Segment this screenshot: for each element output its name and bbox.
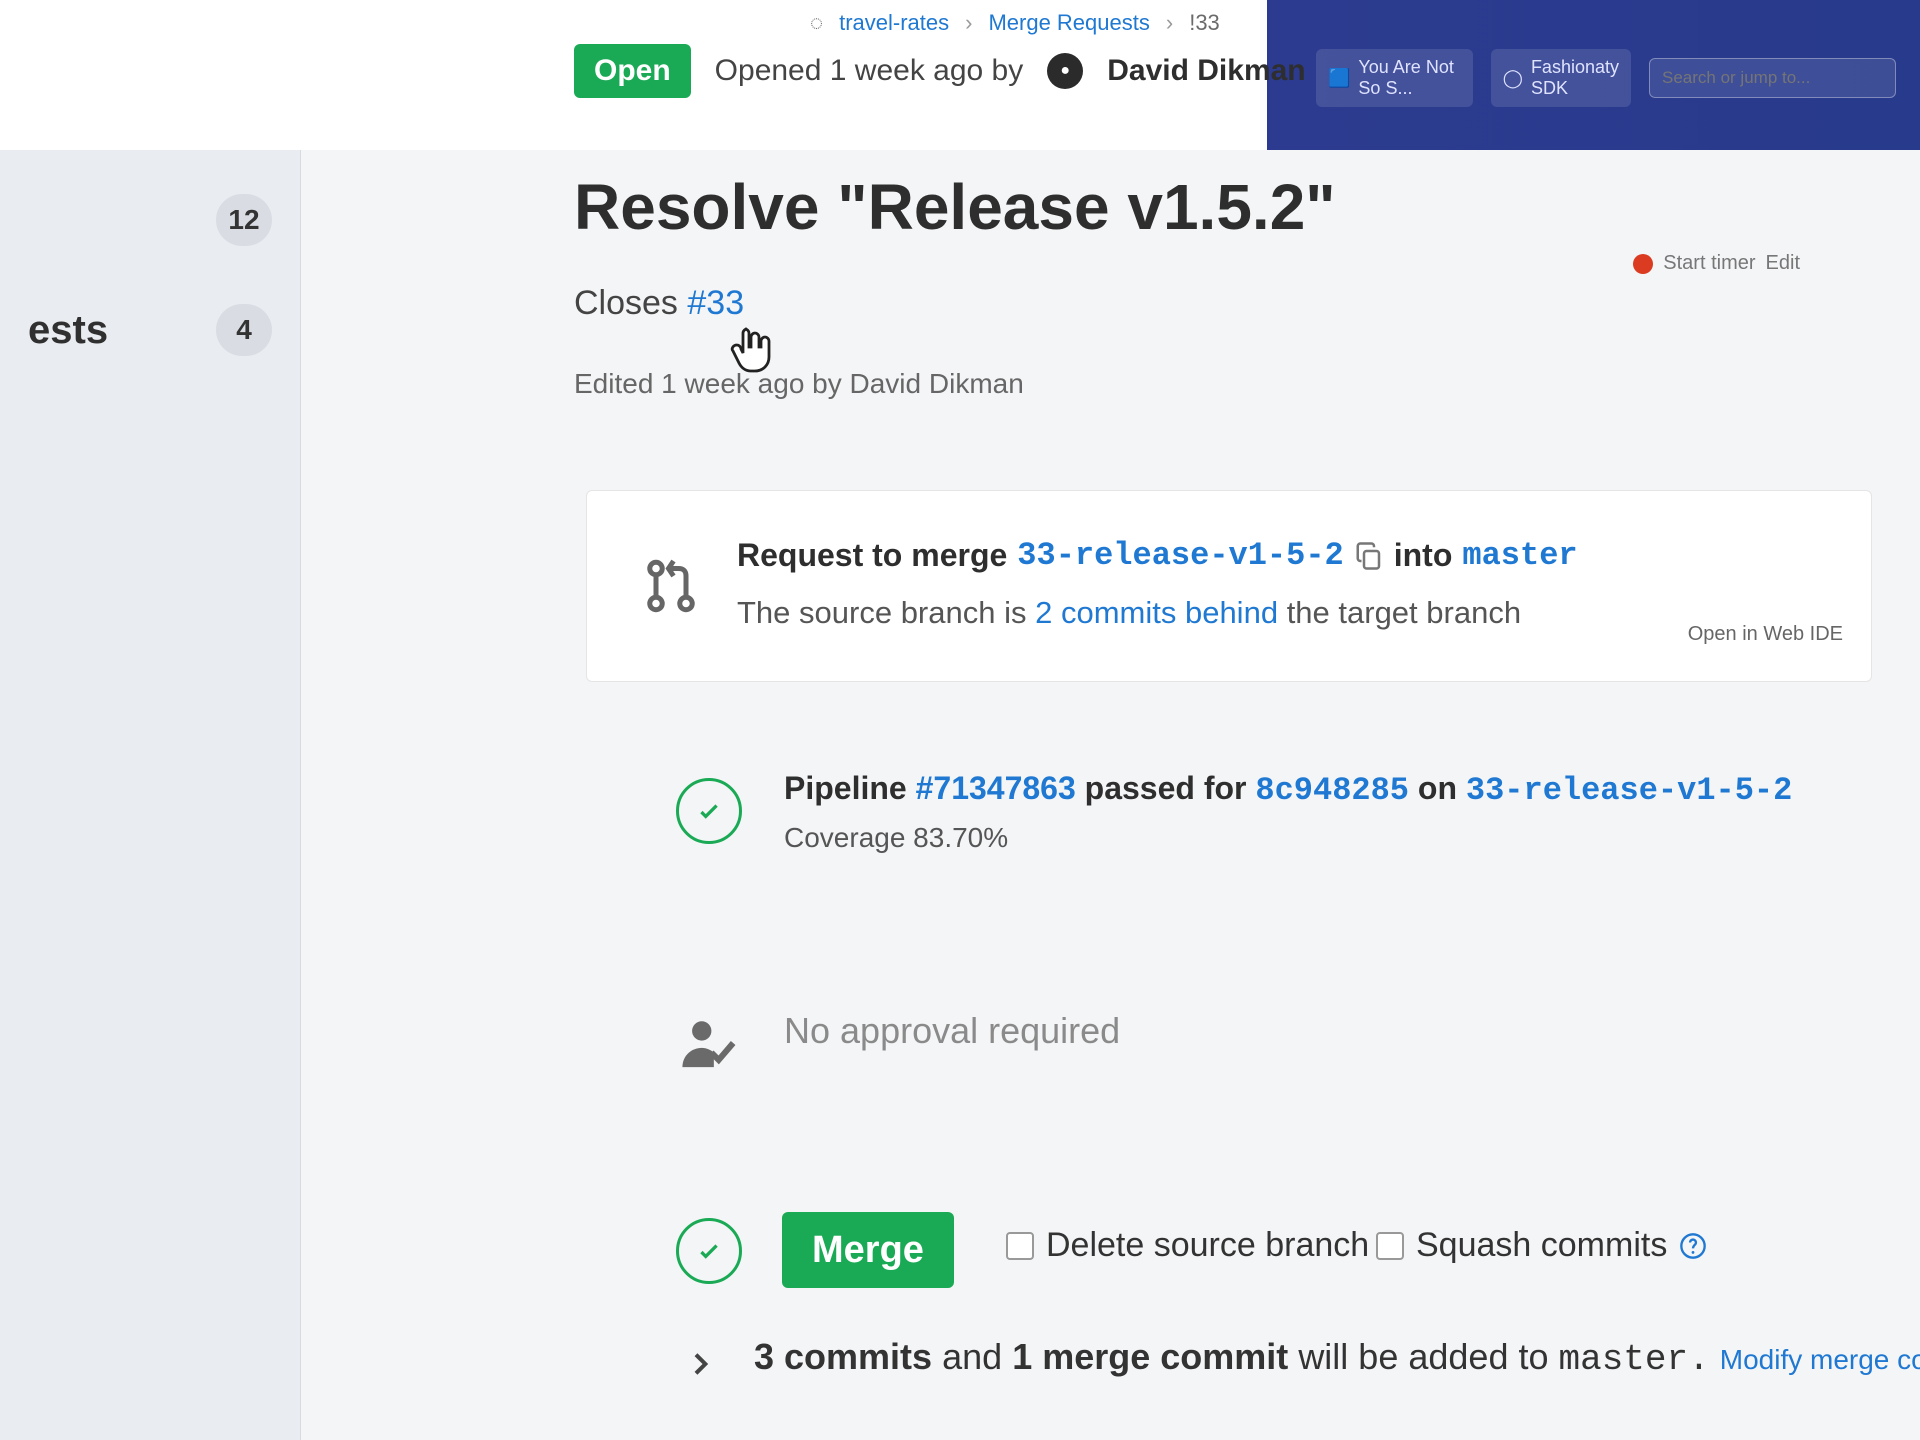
edited-info: Edited 1 week ago by David Dikman <box>574 368 1024 399</box>
pipeline-status-line: Pipeline #71347863 passed for 8c948285 o… <box>784 770 1792 809</box>
target-branch-name: master. <box>1558 1339 1710 1380</box>
squash-commits-option[interactable]: Squash commits <box>1376 1226 1707 1265</box>
delete-source-branch-label: Delete source branch <box>1046 1226 1370 1264</box>
timer-icon <box>1633 253 1654 274</box>
on-label: on <box>1417 770 1457 806</box>
merge-request-widget: Request to merge 33-release-v1-5-2 into … <box>586 490 1872 682</box>
left-sidebar: 12 ests 4 <box>0 150 301 1440</box>
closes-issue: Closes #33 <box>574 284 744 323</box>
issue-link[interactable]: #33 <box>687 284 744 322</box>
will-be-added-label: will be added to <box>1298 1336 1549 1377</box>
avatar[interactable]: ● <box>1047 53 1084 89</box>
sidebar-count-badge: 4 <box>216 304 272 356</box>
open-in-web-ide-button[interactable]: Open in Web IDE <box>1688 623 1843 646</box>
commits-behind-link[interactable]: 2 commits behind <box>1035 595 1278 630</box>
commits-summary-text: 3 commits and 1 merge commit will be add… <box>754 1336 1920 1380</box>
delete-source-branch-checkbox[interactable] <box>1006 1231 1034 1260</box>
coverage-text: Coverage 83.70% <box>784 822 1009 853</box>
commit-sha-link[interactable]: 8c948285 <box>1255 772 1409 809</box>
chevron-right-icon[interactable] <box>684 1348 716 1380</box>
into-label: into <box>1393 537 1453 573</box>
sidebar-item-merge-requests[interactable]: ests 4 <box>0 290 300 370</box>
check-mark-icon <box>700 804 718 819</box>
hand-pointer-icon <box>730 327 771 373</box>
author-link[interactable]: David Dikman <box>1107 54 1305 88</box>
passed-for-label: passed for <box>1084 770 1247 806</box>
project-icon: ◌ <box>810 10 824 35</box>
breadcrumb-separator: › <box>965 10 973 35</box>
source-branch-link[interactable]: 33-release-v1-5-2 <box>1017 537 1343 574</box>
request-to-merge-label: Request to merge <box>737 537 1008 573</box>
pipeline-section: Pipeline #71347863 passed for 8c948285 o… <box>586 742 1870 882</box>
approval-section: No approval required <box>586 986 1870 1106</box>
delete-source-branch-option[interactable]: Delete source branch <box>1006 1226 1369 1265</box>
merge-request-icon <box>647 559 695 613</box>
commits-count: 3 commits <box>754 1336 933 1377</box>
behind-prefix: The source branch is <box>737 595 1027 630</box>
modify-merge-commit-link[interactable]: Modify merge commit <box>1720 1344 1920 1375</box>
merge-button[interactable]: Merge <box>782 1212 954 1288</box>
squash-commits-checkbox[interactable] <box>1376 1231 1404 1260</box>
sidebar-item-label: ests <box>28 307 109 352</box>
merge-action-section: Merge Delete source branch Squash commit… <box>586 1172 1870 1292</box>
approval-user-icon <box>682 1021 736 1068</box>
commits-behind-line: The source branch is 2 commits behind th… <box>737 595 1521 631</box>
main-content: ◌ travel-rates › Merge Requests › !33 Op… <box>560 0 1920 1440</box>
closes-label: Closes <box>574 284 678 322</box>
sidebar-item-issues[interactable]: 12 <box>0 180 300 260</box>
target-branch-link[interactable]: master <box>1462 537 1577 574</box>
start-timer-button[interactable]: Start timer <box>1663 252 1755 275</box>
edit-button[interactable]: Edit <box>1766 252 1800 275</box>
pipeline-label: Pipeline <box>784 770 907 806</box>
check-icon[interactable] <box>676 778 742 844</box>
status-badge: Open <box>574 44 691 98</box>
check-mark-icon <box>700 1244 718 1259</box>
help-icon[interactable] <box>1679 1232 1707 1260</box>
breadcrumb-separator: › <box>1165 10 1174 35</box>
opened-text: Opened 1 week ago by <box>714 54 1024 87</box>
pipeline-id-link[interactable]: #71347863 <box>916 770 1076 806</box>
merge-commit-count: 1 merge commit <box>1012 1336 1289 1377</box>
page-title: Resolve "Release v1.5.2" <box>574 171 1336 243</box>
request-to-merge-line: Request to merge 33-release-v1-5-2 into … <box>737 537 1578 574</box>
merge-ready-check-icon <box>676 1218 742 1284</box>
breadcrumb: ◌ travel-rates › Merge Requests › !33 <box>810 10 1220 36</box>
time-tracking: Start timer Edit <box>1633 252 1800 275</box>
copy-icon[interactable] <box>1354 541 1384 571</box>
mr-status-row: Open Opened 1 week ago by ● David Dikman <box>574 44 1306 98</box>
and-label: and <box>942 1336 1003 1377</box>
behind-suffix: the target branch <box>1286 595 1522 630</box>
pipeline-branch-link[interactable]: 33-release-v1-5-2 <box>1466 772 1792 809</box>
approval-text: No approval required <box>784 1010 1121 1051</box>
breadcrumb-mr-id: !33 <box>1189 10 1220 35</box>
sidebar-count-badge: 12 <box>216 194 272 246</box>
commits-summary: 3 commits and 1 merge commit will be add… <box>586 1330 1920 1400</box>
squash-commits-label: Squash commits <box>1416 1226 1668 1264</box>
breadcrumb-merge-requests[interactable]: Merge Requests <box>988 10 1149 36</box>
breadcrumb-project[interactable]: travel-rates <box>839 10 949 36</box>
